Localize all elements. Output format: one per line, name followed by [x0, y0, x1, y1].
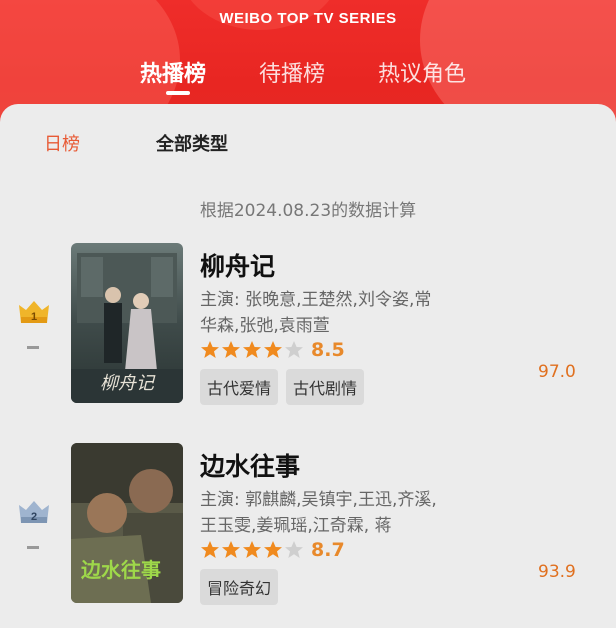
heat-score: 97.0: [538, 362, 576, 382]
star-icon: [243, 341, 261, 358]
genre-tag[interactable]: 古代剧情: [286, 369, 365, 405]
filter-all-types[interactable]: 全部类型: [156, 130, 228, 156]
poster-image[interactable]: 柳舟记: [71, 243, 183, 403]
rating-stars: 8.5: [200, 339, 345, 361]
rank-change-indicator: [27, 546, 39, 549]
rank-change-indicator: [27, 346, 39, 349]
brand-title: WEIBO TOP TV SERIES: [219, 10, 397, 27]
tab-upcoming[interactable]: 待播榜: [259, 56, 325, 88]
rating-value: 8.7: [311, 539, 345, 561]
list-item[interactable]: 2 边水往事 边水往事 主演: 郭麒麟,吴镇宇,王迅,齐溪,王玉雯,姜珮瑶,江奇…: [0, 443, 616, 605]
cast-list: 主演: 郭麒麟,吴镇宇,王迅,齐溪,王玉雯,姜珮瑶,江奇霖, 蒋: [200, 490, 437, 536]
star-icon: [201, 341, 219, 358]
data-basis-note: 根据2024.08.23的数据计算: [199, 201, 417, 221]
tab-bar: 热播榜 待播榜 热议角色: [0, 56, 616, 96]
star-icon: [222, 341, 240, 358]
tag-list: 冒险奇幻: [200, 569, 286, 605]
tab-hot-playing[interactable]: 热播榜: [140, 56, 206, 88]
active-tab-indicator: [166, 91, 190, 95]
star-icon: [264, 541, 282, 558]
star-icon: [285, 541, 303, 558]
star-icon: [243, 541, 261, 558]
star-icon: [222, 541, 240, 558]
tab-hot-characters[interactable]: 热议角色: [378, 56, 466, 88]
poster-title-text: 边水往事: [80, 558, 161, 582]
star-icon: [285, 341, 303, 358]
filter-daily[interactable]: 日榜: [44, 130, 80, 156]
heat-score: 93.9: [538, 562, 576, 582]
series-title[interactable]: 柳舟记: [200, 247, 275, 283]
genre-tag[interactable]: 冒险奇幻: [200, 569, 279, 605]
list-item[interactable]: 1 柳舟记 柳舟记 主演: 张晚意,王楚然,刘令姿,常华森,张弛,袁雨萱 8.5…: [0, 243, 616, 405]
genre-tag[interactable]: 古代爱情: [200, 369, 279, 405]
rank-number: 1: [31, 311, 37, 323]
rank-number: 2: [31, 511, 37, 523]
rating-stars: 8.7: [200, 539, 345, 561]
series-title[interactable]: 边水往事: [200, 447, 300, 483]
crown-icon: 1: [17, 299, 51, 325]
star-icon: [201, 541, 219, 558]
tag-list: 古代爱情 古代剧情: [200, 369, 372, 405]
star-icon: [264, 341, 282, 358]
poster-image[interactable]: 边水往事: [71, 443, 183, 603]
poster-title-text: 柳舟记: [100, 373, 156, 394]
rating-value: 8.5: [311, 339, 345, 361]
cast-list: 主演: 张晚意,王楚然,刘令姿,常华森,张弛,袁雨萱: [200, 290, 432, 336]
crown-icon: 2: [17, 499, 51, 525]
